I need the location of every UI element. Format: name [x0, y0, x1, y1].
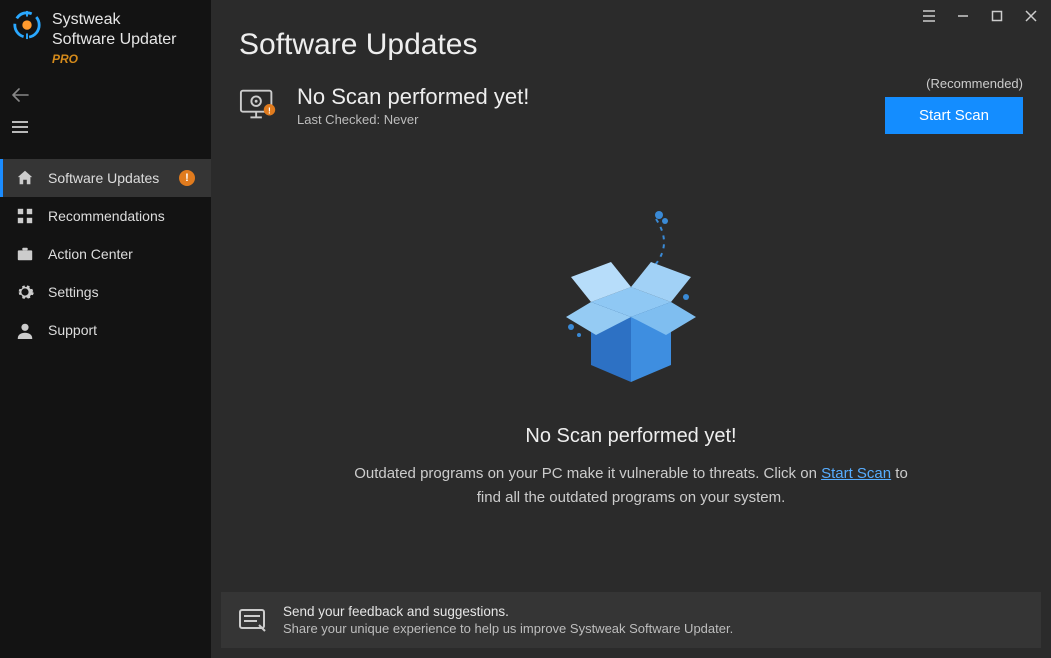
feedback-text: Send your feedback and suggestions. Shar…	[283, 604, 733, 636]
empty-state-title: No Scan performed yet!	[525, 425, 736, 448]
start-scan-link[interactable]: Start Scan	[821, 465, 891, 482]
scan-status-block: ! No Scan performed yet! Last Checked: N…	[239, 84, 529, 127]
scan-heading: No Scan performed yet!	[297, 84, 529, 110]
empty-text-before: Outdated programs on your PC make it vul…	[354, 465, 821, 482]
main-panel: Software Updates ! No Scan performed y	[211, 0, 1051, 658]
scan-status-text: No Scan performed yet! Last Checked: Nev…	[297, 84, 529, 127]
support-icon	[16, 321, 34, 339]
brand-tier: PRO	[52, 52, 177, 67]
feedback-title: Send your feedback and suggestions.	[283, 604, 733, 619]
sidebar-item-action-center[interactable]: Action Center	[0, 235, 211, 273]
grid-icon	[16, 207, 34, 225]
gear-icon	[16, 283, 34, 301]
sidebar: Systweak Software Updater PRO Software U…	[0, 0, 211, 658]
sidebar-top-controls	[0, 71, 211, 149]
alert-badge: !	[179, 170, 195, 186]
feedback-bar[interactable]: Send your feedback and suggestions. Shar…	[221, 592, 1041, 648]
sidebar-item-software-updates[interactable]: Software Updates !	[0, 159, 211, 197]
monitor-gear-icon: !	[239, 88, 279, 122]
scan-header: ! No Scan performed yet! Last Checked: N…	[211, 66, 1051, 134]
briefcase-icon	[16, 245, 34, 263]
app-logo-icon	[12, 10, 42, 40]
start-scan-button[interactable]: Start Scan	[885, 97, 1023, 134]
sidebar-label: Settings	[48, 284, 99, 300]
sidebar-label: Recommendations	[48, 208, 165, 224]
feedback-icon	[237, 605, 267, 635]
sidebar-item-settings[interactable]: Settings	[0, 273, 211, 311]
recommended-label: (Recommended)	[926, 76, 1023, 91]
sidebar-item-support[interactable]: Support	[0, 311, 211, 349]
home-icon	[16, 169, 34, 187]
feedback-sub: Share your unique experience to help us …	[283, 621, 733, 636]
app-root: Systweak Software Updater PRO Software U…	[0, 0, 1051, 658]
brand-text: Systweak Software Updater PRO	[52, 10, 177, 67]
minimize-button[interactable]	[953, 6, 973, 26]
brand-company: Systweak	[52, 10, 177, 30]
open-box-icon	[531, 207, 731, 407]
last-checked-label: Last Checked:	[297, 112, 380, 127]
sidebar-item-recommendations[interactable]: Recommendations	[0, 197, 211, 235]
scan-cta-block: (Recommended) Start Scan	[885, 76, 1023, 134]
last-checked-value: Never	[384, 112, 419, 127]
sidebar-label: Support	[48, 322, 97, 338]
brand-block: Systweak Software Updater PRO	[0, 0, 211, 71]
menu-button[interactable]	[919, 6, 939, 26]
back-button[interactable]	[0, 79, 40, 111]
sidebar-nav: Software Updates ! Recommendations Actio…	[0, 159, 211, 349]
sidebar-label: Action Center	[48, 246, 133, 262]
hamburger-button[interactable]	[0, 111, 40, 143]
brand-product: Software Updater	[52, 30, 177, 50]
window-controls	[919, 6, 1041, 26]
empty-state: No Scan performed yet! Outdated programs…	[211, 134, 1051, 592]
empty-state-text: Outdated programs on your PC make it vul…	[351, 462, 911, 509]
close-button[interactable]	[1021, 6, 1041, 26]
scan-last-checked: Last Checked: Never	[297, 112, 529, 127]
maximize-button[interactable]	[987, 6, 1007, 26]
sidebar-label: Software Updates	[48, 170, 159, 186]
svg-text:!: !	[268, 106, 271, 116]
